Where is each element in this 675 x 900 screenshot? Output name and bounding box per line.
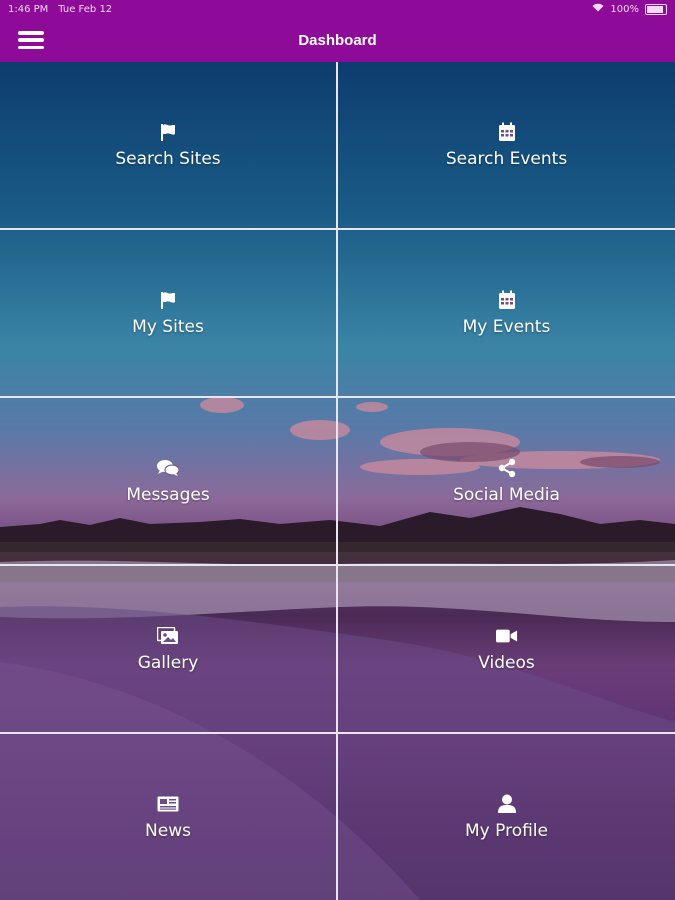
status-bar: 1:46 PM Tue Feb 12 100% (0, 0, 675, 18)
tile-label: Search Events (445, 149, 568, 169)
status-time: 1:46 PM (8, 3, 49, 15)
tile-search-events[interactable]: Search Events (338, 62, 675, 228)
tile-label: Gallery (137, 653, 199, 673)
flag-icon (157, 121, 179, 143)
tile-my-sites[interactable]: My Sites (0, 230, 336, 396)
tile-my-events[interactable]: My Events (338, 230, 675, 396)
tile-gallery[interactable]: Gallery (0, 566, 336, 732)
tile-my-profile[interactable]: My Profile (338, 734, 675, 900)
battery-icon (645, 3, 667, 15)
tile-search-sites[interactable]: Search Sites (0, 62, 336, 228)
calendar-icon (496, 289, 518, 311)
battery-percent: 100% (610, 3, 639, 15)
newspaper-icon (157, 793, 179, 815)
tile-videos[interactable]: Videos (338, 566, 675, 732)
tile-label: Messages (126, 485, 210, 505)
flag-icon (157, 289, 179, 311)
calendar-icon (496, 121, 518, 143)
tile-label: My Sites (132, 317, 204, 337)
chat-bubbles-icon (157, 457, 179, 479)
hamburger-menu-icon[interactable] (18, 28, 44, 52)
dashboard-grid: Search Sites Search Events My Sites My E… (0, 62, 675, 900)
user-icon (496, 793, 518, 815)
page-title: Dashboard (298, 31, 377, 49)
wifi-icon (592, 3, 604, 15)
share-icon (496, 457, 518, 479)
tile-label: My Profile (465, 821, 548, 841)
tile-messages[interactable]: Messages (0, 398, 336, 564)
tile-label: Social Media (453, 485, 560, 505)
tile-label: Videos (478, 653, 535, 673)
tile-label: My Events (462, 317, 551, 337)
tile-social-media[interactable]: Social Media (338, 398, 675, 564)
tile-label: Search Sites (115, 149, 221, 169)
tile-label: News (145, 821, 191, 841)
tile-news[interactable]: News (0, 734, 336, 900)
video-camera-icon (495, 625, 518, 647)
header-bar: Dashboard (0, 18, 675, 62)
status-date: Tue Feb 12 (58, 3, 113, 15)
images-icon (157, 625, 179, 647)
